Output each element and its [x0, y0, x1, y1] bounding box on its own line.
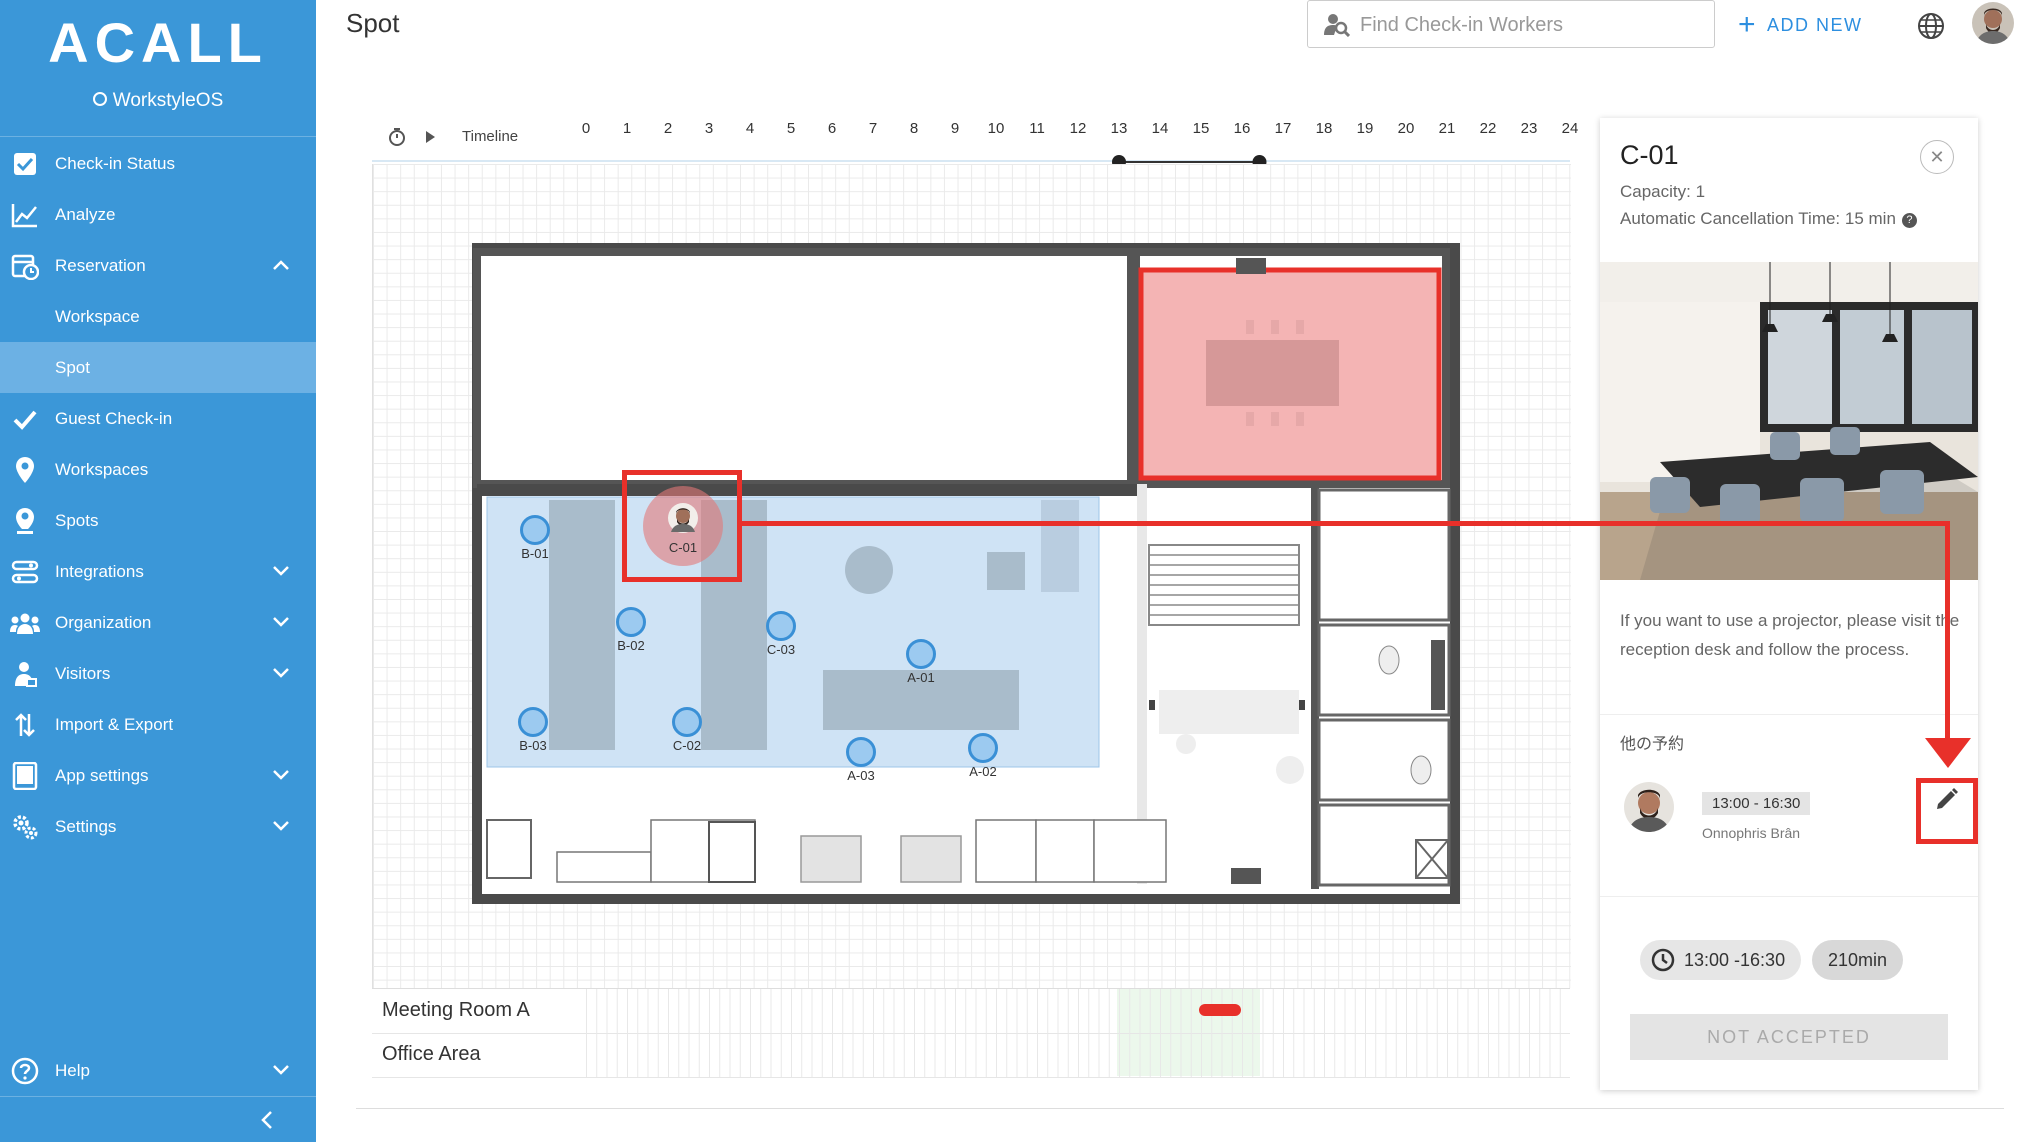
spot-a-01[interactable] — [906, 639, 936, 669]
spot-label: C-03 — [766, 642, 796, 657]
help-label: Help — [55, 1060, 90, 1080]
people-icon — [10, 608, 40, 638]
sidebar-item-spots[interactable]: Spots — [0, 495, 316, 546]
help-icon[interactable]: ? — [1901, 213, 1917, 228]
sidebar-item-label: Visitors — [55, 663, 111, 683]
close-icon[interactable]: ✕ — [1920, 140, 1954, 174]
spot-c-03[interactable] — [766, 611, 796, 641]
annotation-arrow — [742, 521, 1950, 526]
panel-title: C-01 — [1620, 140, 1679, 170]
sidebar-divider — [0, 1096, 316, 1097]
spot-label: B-03 — [519, 738, 547, 753]
resource-timeline: Meeting Room A Office Area — [372, 988, 1570, 1078]
divider — [1600, 896, 1978, 897]
sidebar-item-app-settings[interactable]: App settings — [0, 750, 316, 801]
chevron-up-icon — [272, 256, 290, 276]
not-accepted-button[interactable]: NOT ACCEPTED — [1630, 1014, 1948, 1060]
spot-detail-panel: C-01 ✕ Capacity: 1 Automatic Cancellatio… — [1600, 118, 1978, 1090]
sidebar-item-label: Spot — [55, 357, 90, 377]
resource-grid[interactable] — [586, 1033, 1570, 1077]
integrations-icon — [10, 557, 40, 587]
floorplan-drawing — [472, 243, 1460, 904]
sidebar-item-label: Workspaces — [55, 459, 149, 479]
spot-label: C-01 — [668, 540, 698, 555]
map-pin-icon — [10, 455, 40, 485]
sidebar-item-help[interactable]: Help — [0, 1045, 316, 1096]
capacity-text: Capacity: 1 — [1620, 182, 1706, 201]
sidebar-item-label: Analyze — [55, 204, 116, 224]
calendar-clock-icon — [10, 251, 40, 281]
sidebar-item-spot[interactable]: Spot — [0, 342, 316, 393]
sidebar-item-visitors[interactable]: Visitors — [0, 648, 316, 699]
reservation-avatar — [1624, 782, 1674, 832]
sidebar-item-reservation[interactable]: Reservation — [0, 240, 316, 291]
chevron-down-icon — [272, 562, 290, 582]
resource-row-meeting-room-a[interactable]: Meeting Room A — [372, 989, 1570, 1034]
collapse-sidebar-icon[interactable] — [260, 1110, 274, 1135]
clock-icon — [1650, 947, 1676, 973]
sidebar-item-label: Spots — [55, 510, 99, 530]
other-reservations-label: 他の予約 — [1620, 736, 1685, 753]
checkmark-icon — [10, 404, 40, 434]
spot-a-02[interactable] — [968, 733, 998, 763]
visitor-icon — [10, 659, 40, 689]
spot-b-02[interactable] — [616, 607, 646, 637]
sidebar-item-label: Integrations — [55, 561, 144, 581]
sidebar-item-label: Import & Export — [55, 714, 174, 734]
reservation-name: Onnophris Brân — [1702, 825, 1801, 841]
gears-icon — [10, 812, 40, 842]
chevron-down-icon — [272, 664, 290, 684]
chevron-down-icon — [272, 613, 290, 633]
sidebar-item-label: Guest Check-in — [55, 408, 173, 428]
resource-label: Meeting Room A — [382, 999, 530, 1021]
line-chart-icon — [10, 200, 40, 230]
edit-pencil-icon[interactable] — [1932, 786, 1960, 819]
map-pin-person-icon — [10, 506, 40, 536]
reservation-time: 13:00 - 16:30 — [1702, 792, 1811, 815]
spot-description: If you want to use a projector, please v… — [1620, 611, 1960, 659]
duration-pill[interactable]: 210min — [1812, 940, 1904, 980]
divider — [356, 1108, 2004, 1109]
sidebar-item-label: Reservation — [55, 255, 146, 275]
spot-label: A-03 — [847, 768, 875, 783]
sidebar-item-label: App settings — [55, 765, 149, 785]
annotation-arrow — [1945, 521, 1950, 743]
sidebar-item-organization[interactable]: Organization — [0, 597, 316, 648]
spot-b-03[interactable] — [518, 707, 548, 737]
cancellation-text: Automatic Cancellation Time: 15 min? — [1620, 209, 1917, 229]
spot-label: A-02 — [969, 764, 997, 779]
chevron-down-icon — [272, 817, 290, 837]
divider — [1600, 714, 1978, 715]
resource-row-office-area[interactable]: Office Area — [372, 1033, 1570, 1078]
sidebar-item-workspaces[interactable]: Workspaces — [0, 444, 316, 495]
reservation-bar[interactable] — [1199, 1004, 1241, 1016]
resource-label: Office Area — [382, 1043, 481, 1065]
spot-label: B-02 — [617, 638, 645, 653]
annotation-arrowhead — [1925, 738, 1971, 768]
sidebar-item-integrations[interactable]: Integrations — [0, 546, 316, 597]
selected-time-text: 13:00 -16:30 — [1684, 949, 1786, 970]
sidebar-item-label: Workspace — [55, 306, 140, 326]
floor-map[interactable]: B-01 B-02 B-03 C-01 C-02 C-03 A-01 A-02 A-03 — [372, 164, 1571, 988]
help-icon — [10, 1056, 40, 1086]
spot-label: A-01 — [907, 670, 935, 685]
spot-label: B-01 — [521, 546, 549, 561]
spot-label: C-02 — [672, 738, 702, 753]
import-export-icon — [10, 710, 40, 740]
spot-b-01[interactable] — [520, 515, 550, 545]
chevron-down-icon — [272, 1061, 290, 1081]
sidebar-item-label: Settings — [55, 816, 117, 836]
sidebar-item-label: Organization — [55, 612, 152, 632]
spot-c-02[interactable] — [672, 707, 702, 737]
sidebar-item-settings[interactable]: Settings — [0, 801, 316, 852]
spot-a-03[interactable] — [846, 737, 876, 767]
resource-grid[interactable] — [586, 989, 1570, 1033]
chevron-down-icon — [272, 766, 290, 786]
selected-time-pill[interactable]: 13:00 -16:30 — [1640, 940, 1802, 980]
room-photo — [1600, 262, 1978, 580]
sidebar-item-guest-check-in[interactable]: Guest Check-in — [0, 393, 316, 444]
sidebar-item-workspace[interactable]: Workspace — [0, 291, 316, 342]
sidebar-item-import-export[interactable]: Import & Export — [0, 699, 316, 750]
tablet-icon — [10, 761, 40, 791]
